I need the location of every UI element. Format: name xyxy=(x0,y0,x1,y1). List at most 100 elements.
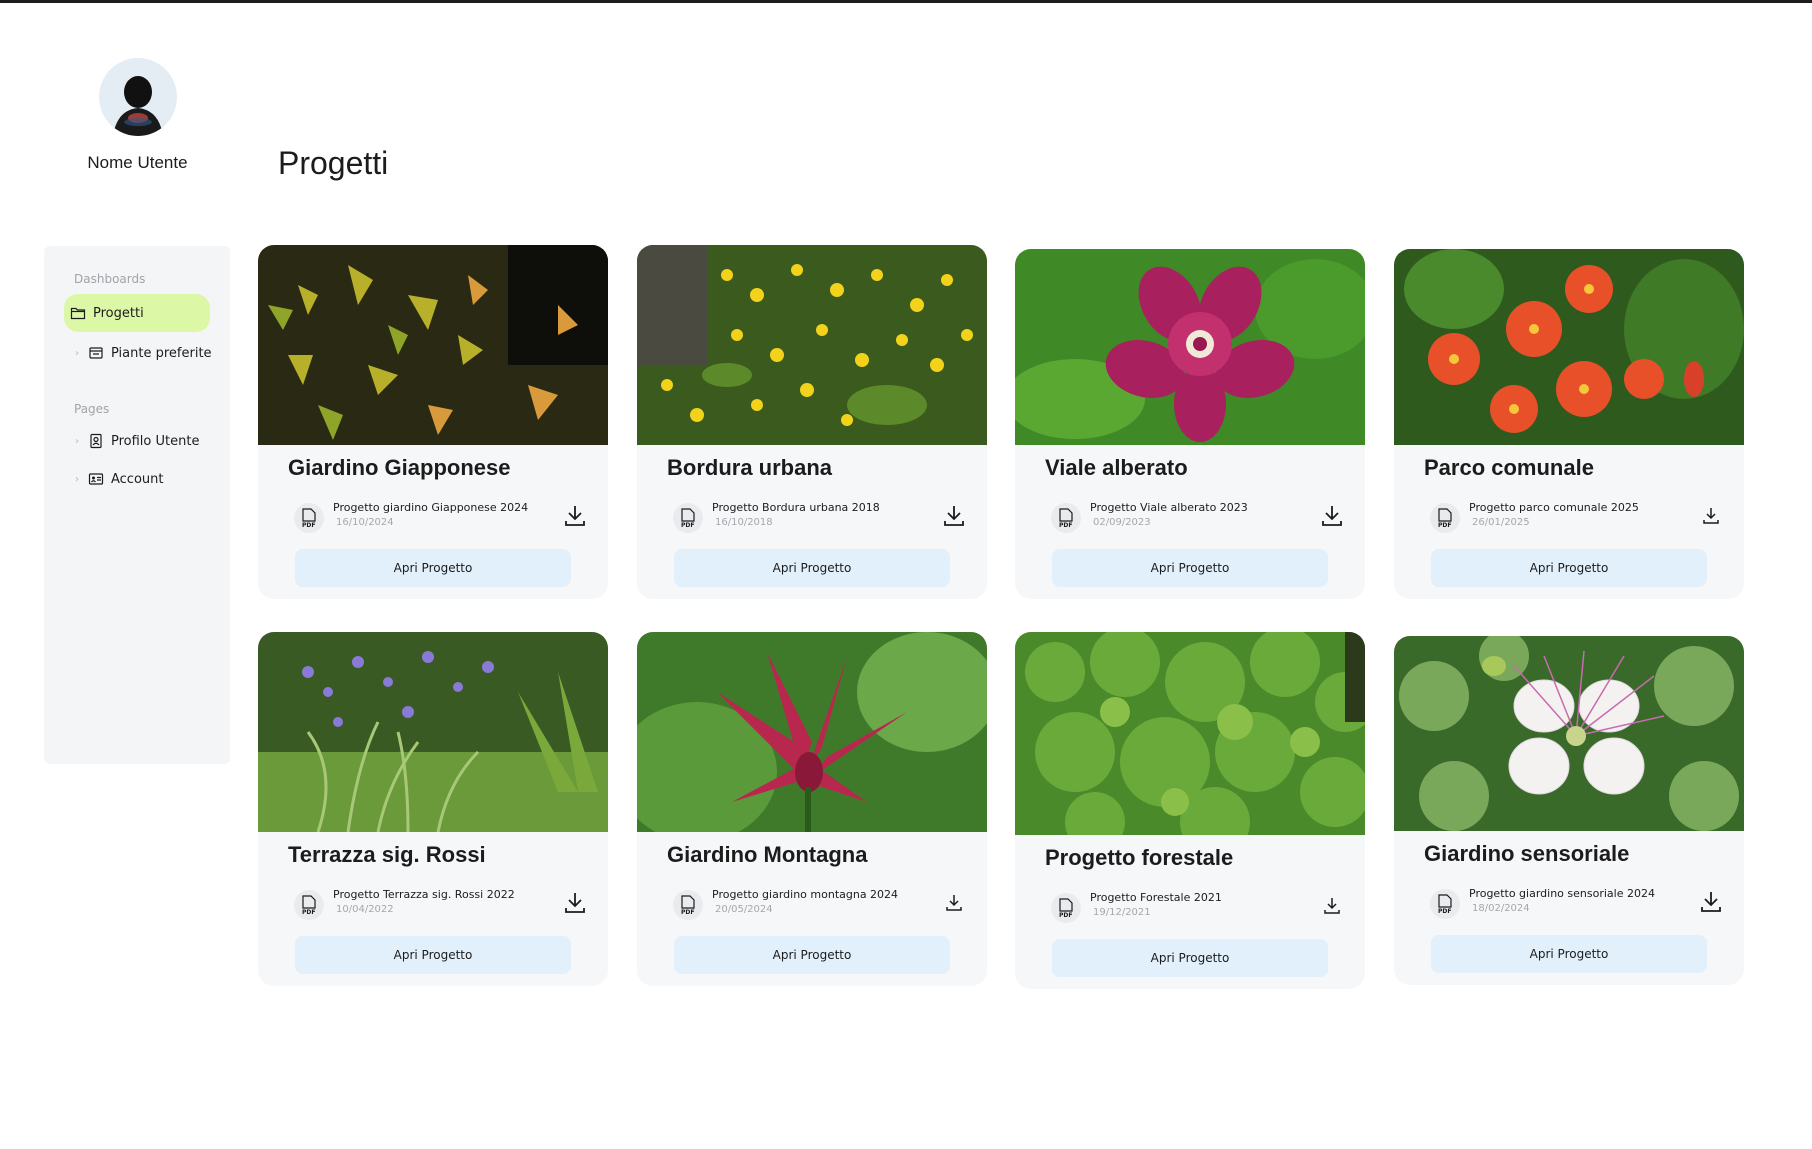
pdf-icon: PDF xyxy=(1051,503,1081,533)
section-label-pages: Pages xyxy=(74,402,110,416)
download-icon[interactable] xyxy=(1700,503,1722,527)
user-profile: Nome Utente xyxy=(60,58,215,173)
file-name: Progetto Terrazza sig. Rossi 2022 xyxy=(333,888,515,901)
card-title: Bordura urbana xyxy=(667,455,833,480)
project-card: Giardino Montagna PDF Progetto giardino … xyxy=(637,632,987,986)
project-card: Viale alberato PDF Progetto Viale albera… xyxy=(1015,249,1365,599)
download-icon[interactable] xyxy=(1321,893,1343,917)
id-badge-icon xyxy=(88,433,104,449)
project-image xyxy=(1015,632,1365,835)
project-image xyxy=(637,245,987,445)
open-project-button[interactable]: Apri Progetto xyxy=(1052,939,1328,977)
username: Nome Utente xyxy=(87,153,188,172)
open-project-button[interactable]: Apri Progetto xyxy=(1431,549,1707,587)
project-card: Parco comunale PDF Progetto parco comuna… xyxy=(1394,249,1744,599)
sidebar-item-profilo-utente[interactable]: › Profilo Utente xyxy=(44,424,230,458)
inbox-icon xyxy=(88,345,104,361)
download-icon[interactable] xyxy=(1321,503,1343,527)
sidebar-item-progetti[interactable]: Progetti xyxy=(64,294,210,332)
card-title: Giardino Giapponese xyxy=(288,455,511,480)
file-attachment: PDF Progetto Forestale 2021 19/12/2021 xyxy=(1015,885,1365,937)
project-card: Giardino Giapponese PDF Progetto giardin… xyxy=(258,245,608,599)
download-icon[interactable] xyxy=(1700,889,1722,913)
pdf-icon: PDF xyxy=(673,890,703,920)
open-project-button[interactable]: Apri Progetto xyxy=(1431,935,1707,973)
project-card: Bordura urbana PDF Progetto Bordura urba… xyxy=(637,245,987,599)
sidebar-item-label: Account xyxy=(111,471,164,487)
pdf-icon: PDF xyxy=(1051,893,1081,923)
card-title: Terrazza sig. Rossi xyxy=(288,842,486,867)
file-attachment: PDF Progetto Viale alberato 2023 02/09/2… xyxy=(1015,495,1365,547)
project-card: Terrazza sig. Rossi PDF Progetto Terrazz… xyxy=(258,632,608,986)
project-image xyxy=(258,632,608,832)
file-date: 02/09/2023 xyxy=(1093,517,1151,528)
download-icon[interactable] xyxy=(943,890,965,914)
section-label-dashboards: Dashboards xyxy=(74,272,146,286)
file-date: 18/02/2024 xyxy=(1472,903,1530,914)
svg-text:PDF: PDF xyxy=(302,909,315,915)
file-name: Progetto giardino montagna 2024 xyxy=(712,888,899,901)
file-date: 20/05/2024 xyxy=(715,904,773,915)
project-image xyxy=(1394,249,1744,445)
pdf-icon: PDF xyxy=(1430,889,1460,919)
page-title: Progetti xyxy=(278,145,389,181)
file-attachment: PDF Progetto giardino Giapponese 2024 16… xyxy=(258,495,608,547)
file-attachment: PDF Progetto parco comunale 2025 26/01/2… xyxy=(1394,495,1744,547)
file-date: 26/01/2025 xyxy=(1472,517,1530,528)
sidebar-item-account[interactable]: › Account xyxy=(44,462,230,496)
pdf-icon: PDF xyxy=(294,890,324,920)
project-image xyxy=(637,632,987,832)
card-title: Giardino Montagna xyxy=(667,842,868,867)
card-title: Giardino sensoriale xyxy=(1424,841,1630,866)
sidebar-item-label: Progetti xyxy=(93,305,144,321)
file-name: Progetto giardino sensoriale 2024 xyxy=(1469,887,1655,900)
file-date: 19/12/2021 xyxy=(1093,907,1151,918)
pdf-icon: PDF xyxy=(294,503,324,533)
project-card: Progetto forestale PDF Progetto Forestal… xyxy=(1015,632,1365,989)
open-project-button[interactable]: Apri Progetto xyxy=(674,936,950,974)
card-title: Progetto forestale xyxy=(1045,845,1234,870)
svg-text:PDF: PDF xyxy=(681,522,694,528)
pdf-icon: PDF xyxy=(673,503,703,533)
file-name: Progetto Bordura urbana 2018 xyxy=(712,501,880,514)
svg-text:PDF: PDF xyxy=(681,909,694,915)
download-icon[interactable] xyxy=(564,890,586,914)
download-icon[interactable] xyxy=(564,503,586,527)
chevron-right-icon: › xyxy=(75,347,79,359)
top-border xyxy=(0,0,1812,3)
svg-text:PDF: PDF xyxy=(1059,912,1072,918)
file-date: 16/10/2024 xyxy=(336,517,394,528)
file-name: Progetto giardino Giapponese 2024 xyxy=(333,501,529,514)
chevron-right-icon: › xyxy=(75,435,79,447)
sidebar-item-label: Piante preferite xyxy=(111,345,212,361)
project-card: Giardino sensoriale PDF Progetto giardin… xyxy=(1394,636,1744,985)
file-name: Progetto parco comunale 2025 xyxy=(1469,501,1639,514)
project-image xyxy=(258,245,608,445)
file-date: 10/04/2022 xyxy=(336,904,394,915)
file-name: Progetto Viale alberato 2023 xyxy=(1090,501,1248,514)
file-attachment: PDF Progetto Terrazza sig. Rossi 2022 10… xyxy=(258,882,608,934)
file-date: 16/10/2018 xyxy=(715,517,773,528)
open-project-button[interactable]: Apri Progetto xyxy=(674,549,950,587)
sidebar-item-label: Profilo Utente xyxy=(111,433,200,449)
project-image xyxy=(1394,636,1744,831)
file-attachment: PDF Progetto Bordura urbana 2018 16/10/2… xyxy=(637,495,987,547)
svg-text:PDF: PDF xyxy=(1438,522,1451,528)
file-attachment: PDF Progetto giardino sensoriale 2024 18… xyxy=(1394,881,1744,933)
svg-text:PDF: PDF xyxy=(1438,908,1451,914)
svg-text:PDF: PDF xyxy=(1059,522,1072,528)
file-name: Progetto Forestale 2021 xyxy=(1090,891,1222,904)
file-attachment: PDF Progetto giardino montagna 2024 20/0… xyxy=(637,882,987,934)
card-title: Parco comunale xyxy=(1424,455,1594,480)
id-card-icon xyxy=(88,471,104,487)
project-image xyxy=(1015,249,1365,445)
open-project-button[interactable]: Apri Progetto xyxy=(295,549,571,587)
pdf-icon: PDF xyxy=(1430,503,1460,533)
open-project-button[interactable]: Apri Progetto xyxy=(295,936,571,974)
open-project-button[interactable]: Apri Progetto xyxy=(1052,549,1328,587)
folder-icon xyxy=(70,305,86,321)
sidebar-item-piante-preferite[interactable]: › Piante preferite xyxy=(44,336,230,370)
svg-text:PDF: PDF xyxy=(302,522,315,528)
avatar[interactable] xyxy=(98,58,177,136)
download-icon[interactable] xyxy=(943,503,965,527)
